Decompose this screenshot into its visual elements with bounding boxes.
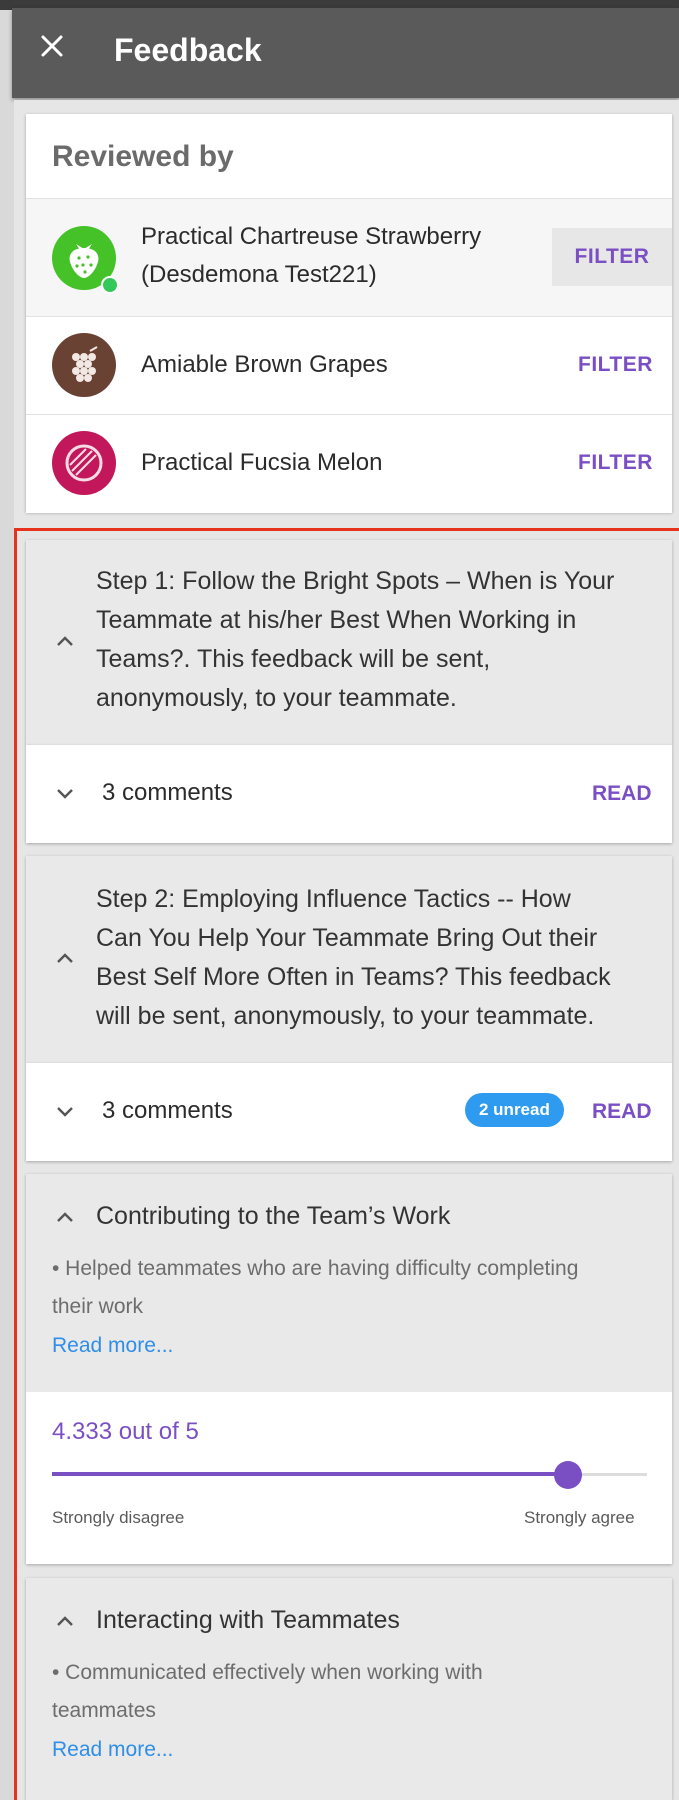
step-question-line: Step 2: Employing Influence Tactics -- H… — [96, 885, 571, 913]
comments-count: 3 comments — [102, 1097, 233, 1124]
step-question-text: Step 2: Employing Influence Tactics -- H… — [96, 880, 611, 1036]
unread-badge: 2 unread — [465, 1093, 564, 1127]
rating-description: • Communicated effectively when working … — [52, 1654, 483, 1730]
online-status-dot — [101, 276, 119, 294]
chevron-down-icon[interactable] — [54, 782, 76, 804]
chevron-up-icon[interactable] — [54, 947, 76, 969]
rating-description-line: their work — [52, 1295, 144, 1318]
step-question-line: will be sent, anonymously, to your teamm… — [96, 1002, 595, 1030]
reviewer-name: Practical Chartreuse Strawberry — [141, 223, 482, 250]
step-question-text: Step 1: Follow the Bright Spots – When i… — [96, 562, 614, 718]
rating-description-line: • Communicated effectively when working … — [52, 1661, 483, 1684]
chevron-down-icon[interactable] — [54, 1100, 76, 1122]
reviewer-name: Practical Fucsia Melon — [141, 449, 383, 476]
filter-button[interactable]: FILTER — [552, 228, 672, 286]
chevron-up-icon[interactable] — [54, 630, 76, 652]
chevron-up-icon[interactable] — [54, 1610, 76, 1632]
scale-min-label: Strongly disagree — [52, 1508, 185, 1527]
scale-max-label: Strongly agree — [524, 1508, 635, 1527]
filter-button[interactable]: FILTER — [578, 353, 653, 377]
read-button[interactable]: READ — [592, 1100, 652, 1124]
step-question-line: Best Self More Often in Teams? This feed… — [96, 963, 611, 991]
filter-button[interactable]: FILTER — [578, 451, 653, 475]
score-text: 4.333 out of 5 — [52, 1418, 199, 1445]
read-more-link[interactable]: Read more... — [52, 1738, 173, 1762]
slider-thumb[interactable] — [553, 1461, 582, 1489]
read-button[interactable]: READ — [592, 782, 652, 806]
feedback-header — [12, 8, 679, 98]
read-more-link[interactable]: Read more... — [52, 1334, 173, 1358]
reviewer-subname: (Desdemona Test221) — [141, 261, 377, 288]
chevron-up-icon[interactable] — [54, 1206, 76, 1228]
rating-title: Interacting with Teammates — [96, 1606, 400, 1634]
reviewer-name: Amiable Brown Grapes — [141, 351, 388, 378]
slider-fill — [52, 1472, 568, 1476]
comments-count: 3 comments — [102, 779, 233, 806]
step-question-line: Teams?. This feedback will be sent, — [96, 645, 491, 673]
step-question-line: Can You Help Your Teammate Bring Out the… — [96, 924, 598, 952]
step-question-line: Teammate at his/her Best When Working in — [96, 606, 577, 634]
melon-icon — [52, 431, 116, 495]
rating-title: Contributing to the Team’s Work — [96, 1202, 451, 1230]
rating-description: • Helped teammates who are having diffic… — [52, 1250, 578, 1326]
close-icon[interactable] — [36, 30, 68, 62]
grapes-icon — [52, 333, 116, 397]
reviewed-by-title: Reviewed by — [52, 140, 234, 173]
step-question-line: anonymously, to your teammate. — [96, 684, 457, 712]
rating-description-line: • Helped teammates who are having diffic… — [52, 1257, 579, 1280]
page-title: Feedback — [114, 32, 262, 68]
filter-button-label: FILTER — [574, 245, 650, 268]
rating-description-line: teammates — [52, 1699, 156, 1722]
step-question-line: Step 1: Follow the Bright Spots – When i… — [96, 567, 615, 595]
